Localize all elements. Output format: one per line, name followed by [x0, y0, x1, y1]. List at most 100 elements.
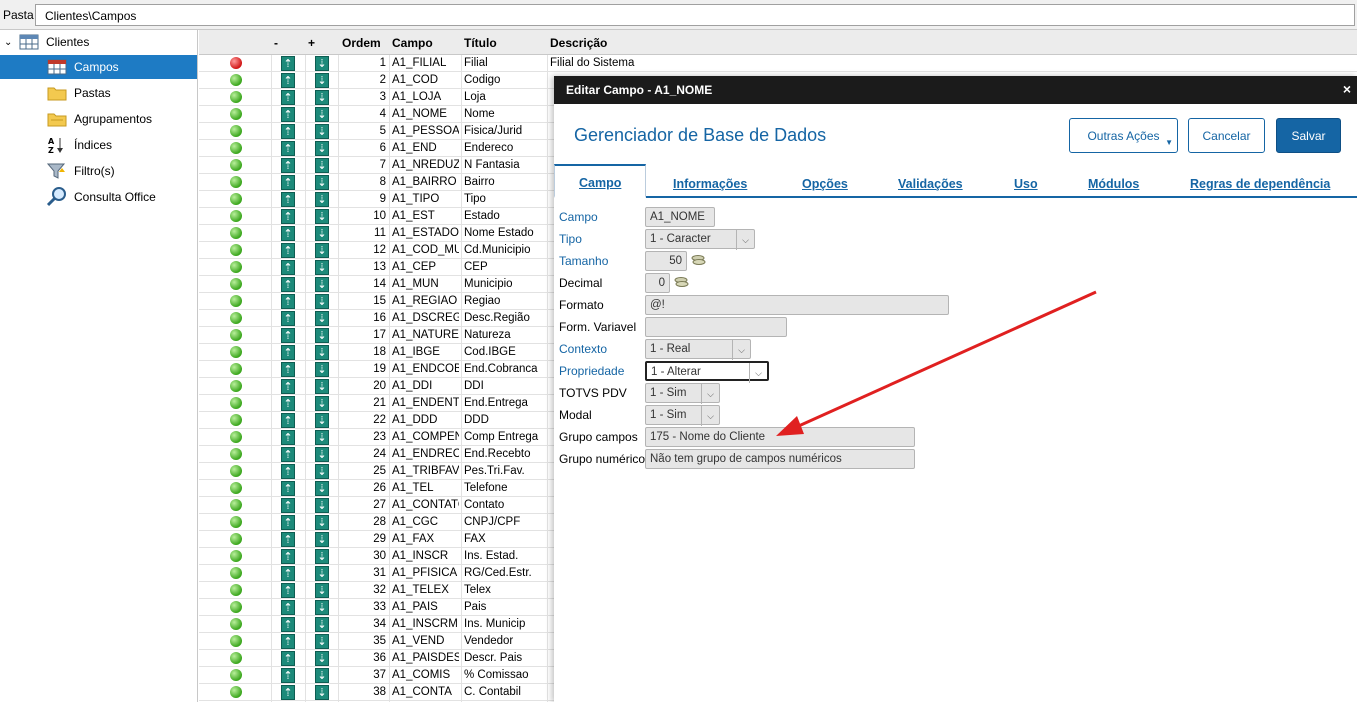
- arrow-down-icon[interactable]: ⇣: [315, 311, 329, 326]
- arrow-up-icon[interactable]: ⇡: [281, 685, 295, 700]
- arrow-up-icon[interactable]: ⇡: [281, 549, 295, 564]
- arrow-up-icon[interactable]: ⇡: [281, 447, 295, 462]
- sidebar-item-consulta-office[interactable]: Consulta Office: [0, 185, 197, 209]
- tree-root-clientes[interactable]: ⌄ Clientes: [4, 30, 194, 54]
- table-row[interactable]: ⇡ ⇣ 1 A1_FILIAL Filial Filial do Sistema: [199, 55, 1357, 72]
- path-input[interactable]: Clientes\Campos: [35, 4, 1355, 26]
- col-descricao[interactable]: Descrição: [550, 36, 607, 50]
- sidebar-item-pastas[interactable]: Pastas: [0, 81, 197, 105]
- arrow-down-icon[interactable]: ⇣: [315, 124, 329, 139]
- col-plus[interactable]: +: [308, 36, 315, 50]
- arrow-up-icon[interactable]: ⇡: [281, 311, 295, 326]
- arrow-down-icon[interactable]: ⇣: [315, 192, 329, 207]
- arrow-down-icon[interactable]: ⇣: [315, 668, 329, 683]
- arrow-up-icon[interactable]: ⇡: [281, 107, 295, 122]
- arrow-down-icon[interactable]: ⇣: [315, 651, 329, 666]
- col-campo[interactable]: Campo: [392, 36, 433, 50]
- arrow-up-icon[interactable]: ⇡: [281, 430, 295, 445]
- arrow-down-icon[interactable]: ⇣: [315, 447, 329, 462]
- arrow-up-icon[interactable]: ⇡: [281, 192, 295, 207]
- arrow-down-icon[interactable]: ⇣: [315, 277, 329, 292]
- arrow-down-icon[interactable]: ⇣: [315, 685, 329, 700]
- cell-campo: A1_BAIRRO: [392, 176, 457, 188]
- arrow-down-icon[interactable]: ⇣: [315, 226, 329, 241]
- arrow-down-icon[interactable]: ⇣: [315, 362, 329, 377]
- arrow-down-icon[interactable]: ⇣: [315, 515, 329, 530]
- arrow-up-icon[interactable]: ⇡: [281, 243, 295, 258]
- arrow-down-icon[interactable]: ⇣: [315, 294, 329, 309]
- arrow-up-icon[interactable]: ⇡: [281, 379, 295, 394]
- arrow-down-icon[interactable]: ⇣: [315, 243, 329, 258]
- arrow-down-icon[interactable]: ⇣: [315, 600, 329, 615]
- arrow-up-icon[interactable]: ⇡: [281, 209, 295, 224]
- arrow-up-icon[interactable]: ⇡: [281, 515, 295, 530]
- arrow-down-icon[interactable]: ⇣: [315, 464, 329, 479]
- cell-ordem: 17: [373, 329, 386, 341]
- arrow-up-icon[interactable]: ⇡: [281, 141, 295, 156]
- arrow-up-icon[interactable]: ⇡: [281, 396, 295, 411]
- arrow-down-icon[interactable]: ⇣: [315, 73, 329, 88]
- arrow-up-icon[interactable]: ⇡: [281, 345, 295, 360]
- arrow-up-icon[interactable]: ⇡: [281, 73, 295, 88]
- arrow-up-icon[interactable]: ⇡: [281, 260, 295, 275]
- cell-campo: A1_IBGE: [392, 346, 440, 358]
- arrow-up-icon[interactable]: ⇡: [281, 498, 295, 513]
- sidebar-item-agrupamentos[interactable]: Agrupamentos: [0, 107, 197, 131]
- arrow-up-icon[interactable]: ⇡: [281, 464, 295, 479]
- arrow-down-icon[interactable]: ⇣: [315, 175, 329, 190]
- arrow-down-icon[interactable]: ⇣: [315, 396, 329, 411]
- arrow-down-icon[interactable]: ⇣: [315, 549, 329, 564]
- arrow-up-icon[interactable]: ⇡: [281, 362, 295, 377]
- cell-titulo: RG/Ced.Estr.: [464, 567, 532, 579]
- cell-titulo: DDD: [464, 414, 489, 426]
- sidebar-item-label: Consulta Office: [74, 190, 156, 204]
- chevron-down-icon[interactable]: ⌄: [4, 37, 18, 48]
- arrow-up-icon[interactable]: ⇡: [281, 277, 295, 292]
- arrow-down-icon[interactable]: ⇣: [315, 634, 329, 649]
- arrow-up-icon[interactable]: ⇡: [281, 634, 295, 649]
- arrow-down-icon[interactable]: ⇣: [315, 413, 329, 428]
- col-ordem[interactable]: Ordem: [342, 36, 381, 50]
- arrow-up-icon[interactable]: ⇡: [281, 294, 295, 309]
- arrow-up-icon[interactable]: ⇡: [281, 566, 295, 581]
- arrow-down-icon[interactable]: ⇣: [315, 209, 329, 224]
- arrow-up-icon[interactable]: ⇡: [281, 532, 295, 547]
- col-titulo[interactable]: Título: [464, 36, 497, 50]
- arrow-down-icon[interactable]: ⇣: [315, 532, 329, 547]
- arrow-up-icon[interactable]: ⇡: [281, 328, 295, 343]
- arrow-down-icon[interactable]: ⇣: [315, 617, 329, 632]
- arrow-up-icon[interactable]: ⇡: [281, 413, 295, 428]
- sidebar-item-campos[interactable]: Campos: [0, 55, 197, 79]
- col-minus[interactable]: -: [274, 36, 278, 50]
- arrow-down-icon[interactable]: ⇣: [315, 158, 329, 173]
- sidebar-item-filtro-s-[interactable]: Filtro(s): [0, 159, 197, 183]
- arrow-down-icon[interactable]: ⇣: [315, 498, 329, 513]
- arrow-up-icon[interactable]: ⇡: [281, 90, 295, 105]
- arrow-down-icon[interactable]: ⇣: [315, 345, 329, 360]
- arrow-up-icon[interactable]: ⇡: [281, 651, 295, 666]
- arrow-down-icon[interactable]: ⇣: [315, 328, 329, 343]
- arrow-up-icon[interactable]: ⇡: [281, 583, 295, 598]
- sidebar-item--ndices[interactable]: A Z Índices: [0, 133, 197, 157]
- arrow-up-icon[interactable]: ⇡: [281, 158, 295, 173]
- arrow-down-icon[interactable]: ⇣: [315, 481, 329, 496]
- arrow-up-icon[interactable]: ⇡: [281, 124, 295, 139]
- arrow-up-icon[interactable]: ⇡: [281, 668, 295, 683]
- arrow-down-icon[interactable]: ⇣: [315, 260, 329, 275]
- arrow-up-icon[interactable]: ⇡: [281, 175, 295, 190]
- arrow-down-icon[interactable]: ⇣: [315, 583, 329, 598]
- cell-ordem: 33: [373, 601, 386, 613]
- arrow-up-icon[interactable]: ⇡: [281, 617, 295, 632]
- arrow-down-icon[interactable]: ⇣: [315, 56, 329, 71]
- arrow-down-icon[interactable]: ⇣: [315, 379, 329, 394]
- arrow-down-icon[interactable]: ⇣: [315, 430, 329, 445]
- arrow-up-icon[interactable]: ⇡: [281, 56, 295, 71]
- arrow-up-icon[interactable]: ⇡: [281, 600, 295, 615]
- arrow-up-icon[interactable]: ⇡: [281, 481, 295, 496]
- arrow-up-icon[interactable]: ⇡: [281, 226, 295, 241]
- arrow-down-icon[interactable]: ⇣: [315, 566, 329, 581]
- arrow-down-icon[interactable]: ⇣: [315, 107, 329, 122]
- status-indicator-icon: [230, 295, 242, 307]
- arrow-down-icon[interactable]: ⇣: [315, 141, 329, 156]
- arrow-down-icon[interactable]: ⇣: [315, 90, 329, 105]
